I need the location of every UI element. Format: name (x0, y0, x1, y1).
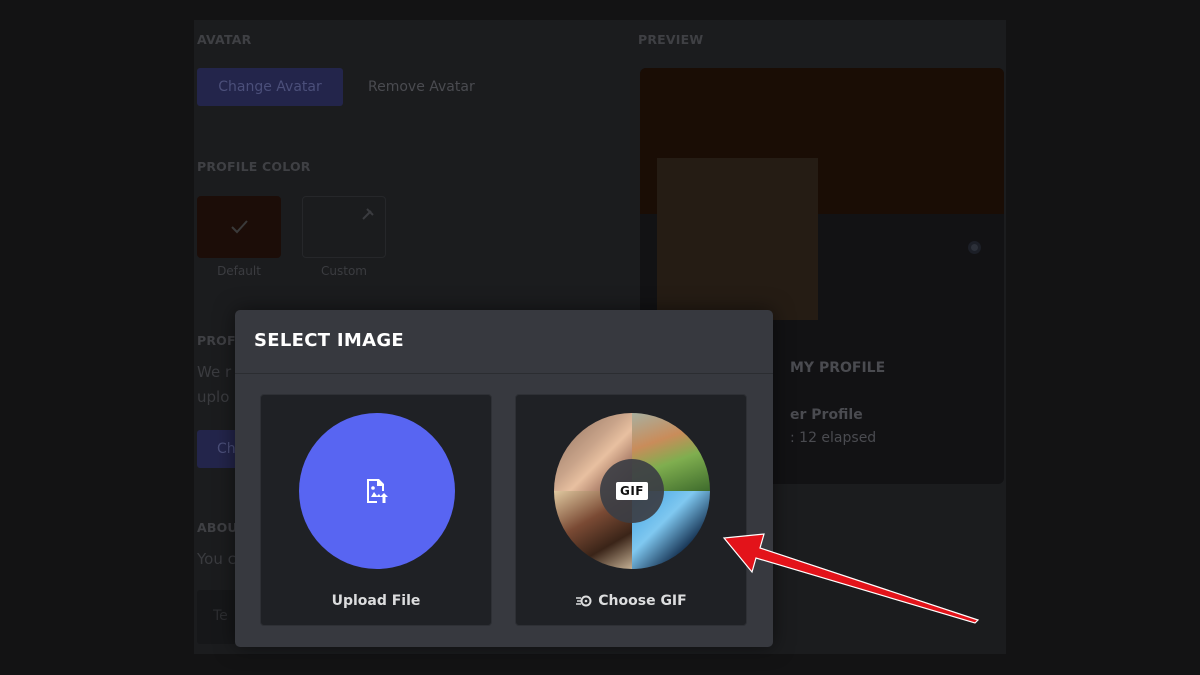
activity-elapsed: : 12 elapsed (790, 430, 877, 446)
about-me-placeholder: Te (213, 608, 228, 624)
upload-circle (299, 413, 455, 569)
gif-preview-collage: GIF (554, 413, 710, 569)
modal-title: SELECT IMAGE (254, 330, 404, 351)
remove-avatar-button[interactable]: Remove Avatar (368, 79, 475, 95)
select-image-modal: SELECT IMAGE Upload File GIF Choose GIF (235, 310, 773, 647)
my-profile-heading: MY PROFILE (790, 360, 886, 376)
annotation-arrow (722, 533, 980, 624)
choose-gif-label: Choose GIF (598, 593, 687, 609)
about-section-title: ABOU (197, 520, 238, 535)
default-color-swatch[interactable] (197, 196, 281, 258)
activity-title: er Profile (790, 407, 863, 423)
about-description: You c (197, 550, 236, 568)
custom-swatch-label: Custom (321, 264, 367, 278)
choose-gif-option[interactable]: GIF Choose GIF (515, 394, 747, 626)
gif-badge: GIF (600, 459, 664, 523)
image-upload-icon (367, 479, 388, 503)
modal-divider (235, 373, 773, 374)
preview-section-title: PREVIEW (638, 32, 704, 47)
profile-color-section-title: PROFILE COLOR (197, 159, 311, 174)
custom-color-swatch[interactable] (302, 196, 386, 258)
eyedropper-icon (362, 208, 374, 220)
change-avatar-button[interactable]: Change Avatar (197, 68, 343, 106)
banner-description-line2: uplo (197, 388, 230, 406)
status-indicator (968, 241, 981, 254)
avatar-preview (657, 158, 818, 320)
upload-file-label: Upload File (331, 593, 421, 609)
avatar-section-title: AVATAR (197, 32, 252, 47)
choose-gif-label-row: Choose GIF (516, 593, 746, 609)
gif-search-icon (576, 595, 592, 607)
upload-file-option[interactable]: Upload File (260, 394, 492, 626)
profile-banner-section-title: PROF (197, 333, 236, 348)
banner-description-line1: We r (197, 363, 232, 381)
gif-badge-text: GIF (615, 482, 648, 500)
default-swatch-label: Default (217, 264, 261, 278)
check-icon (231, 220, 248, 234)
